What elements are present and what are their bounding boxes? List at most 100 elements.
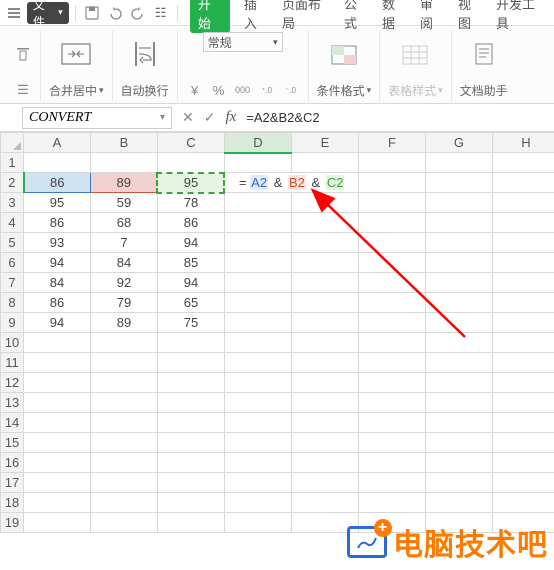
cell-c2[interactable]: 95	[157, 173, 224, 193]
cell[interactable]	[358, 313, 425, 333]
cell[interactable]	[425, 333, 492, 353]
cell[interactable]	[358, 413, 425, 433]
cell[interactable]	[224, 413, 291, 433]
cell[interactable]	[358, 153, 425, 173]
cell[interactable]	[492, 273, 554, 293]
cell[interactable]	[358, 233, 425, 253]
cell[interactable]	[291, 273, 358, 293]
cell[interactable]	[157, 433, 224, 453]
cell[interactable]	[224, 273, 291, 293]
row-header[interactable]: 10	[1, 333, 24, 353]
cell[interactable]	[492, 213, 554, 233]
cell[interactable]	[24, 493, 91, 513]
conditional-format-icon[interactable]	[326, 36, 362, 72]
cell[interactable]	[24, 353, 91, 373]
cell[interactable]	[425, 293, 492, 313]
cell[interactable]	[492, 373, 554, 393]
tab-home[interactable]: 开始	[190, 0, 230, 33]
tab-insert[interactable]: 插入	[244, 0, 268, 32]
row-header[interactable]: 5	[1, 233, 24, 253]
cell[interactable]	[224, 373, 291, 393]
cell[interactable]: 89	[91, 313, 158, 333]
row-header[interactable]: 15	[1, 433, 24, 453]
row-header[interactable]: 19	[1, 513, 24, 533]
cell[interactable]	[358, 273, 425, 293]
col-header-e[interactable]: E	[291, 133, 358, 153]
cell[interactable]: 85	[157, 253, 224, 273]
cell[interactable]	[492, 313, 554, 333]
formula-input[interactable]	[246, 110, 496, 125]
cell[interactable]	[492, 493, 554, 513]
cell[interactable]	[291, 433, 358, 453]
cell[interactable]	[425, 253, 492, 273]
cell[interactable]	[224, 493, 291, 513]
col-header-c[interactable]: C	[157, 133, 224, 153]
cell-a2[interactable]: 86	[24, 173, 91, 193]
cell[interactable]	[291, 233, 358, 253]
cell[interactable]	[425, 153, 492, 173]
cell[interactable]	[224, 233, 291, 253]
cell[interactable]	[492, 473, 554, 493]
cell[interactable]	[91, 333, 158, 353]
cell[interactable]: 68	[91, 213, 158, 233]
cell[interactable]	[425, 453, 492, 473]
cell[interactable]	[291, 293, 358, 313]
cell[interactable]	[157, 493, 224, 513]
row-header[interactable]: 12	[1, 373, 24, 393]
fx-icon[interactable]: fx	[225, 109, 236, 126]
cell[interactable]	[157, 333, 224, 353]
cell[interactable]	[224, 513, 291, 533]
cell[interactable]	[157, 413, 224, 433]
cell[interactable]	[492, 433, 554, 453]
currency-icon[interactable]: ¥	[186, 81, 204, 99]
cell[interactable]	[24, 433, 91, 453]
cell[interactable]	[224, 333, 291, 353]
cell[interactable]	[291, 473, 358, 493]
cell[interactable]	[291, 333, 358, 353]
cell[interactable]	[425, 373, 492, 393]
doc-helper-icon[interactable]	[466, 36, 502, 72]
cell[interactable]: 78	[157, 193, 224, 213]
row-header[interactable]: 11	[1, 353, 24, 373]
tab-view[interactable]: 视图	[458, 0, 482, 32]
cell[interactable]	[425, 213, 492, 233]
cell[interactable]	[425, 433, 492, 453]
cell[interactable]	[224, 433, 291, 453]
cell[interactable]: 79	[91, 293, 158, 313]
cell[interactable]	[24, 473, 91, 493]
col-header-b[interactable]: B	[91, 133, 158, 153]
redo-icon[interactable]	[127, 2, 148, 24]
cell[interactable]: 86	[157, 213, 224, 233]
cell[interactable]	[425, 393, 492, 413]
accept-formula-icon[interactable]: ✓	[204, 109, 216, 126]
tab-review[interactable]: 审阅	[420, 0, 444, 32]
cell[interactable]	[291, 373, 358, 393]
cell[interactable]: 84	[24, 273, 91, 293]
cell[interactable]	[224, 293, 291, 313]
cell[interactable]	[24, 453, 91, 473]
row-header[interactable]: 8	[1, 293, 24, 313]
cell[interactable]: 7	[91, 233, 158, 253]
row-header[interactable]: 18	[1, 493, 24, 513]
cell-d2-active[interactable]: = A2 & B2 & C2	[224, 173, 358, 193]
doc-helper-label[interactable]: 文档助手	[460, 82, 508, 99]
cell[interactable]: 94	[157, 233, 224, 253]
cell[interactable]	[91, 473, 158, 493]
cell[interactable]	[91, 453, 158, 473]
cell[interactable]	[157, 153, 224, 173]
cell[interactable]	[291, 213, 358, 233]
col-header-f[interactable]: F	[358, 133, 425, 153]
cell[interactable]	[358, 433, 425, 453]
cell[interactable]	[224, 193, 291, 213]
cell[interactable]	[492, 413, 554, 433]
cell[interactable]	[224, 253, 291, 273]
cell[interactable]	[492, 293, 554, 313]
align-left-icon[interactable]: ☰	[14, 81, 32, 99]
cell[interactable]	[358, 253, 425, 273]
cell[interactable]	[358, 333, 425, 353]
cell[interactable]	[358, 373, 425, 393]
cell[interactable]	[24, 333, 91, 353]
cell[interactable]	[224, 313, 291, 333]
number-format-select[interactable]: 常规 ▾	[203, 32, 283, 52]
cell[interactable]: 86	[24, 213, 91, 233]
